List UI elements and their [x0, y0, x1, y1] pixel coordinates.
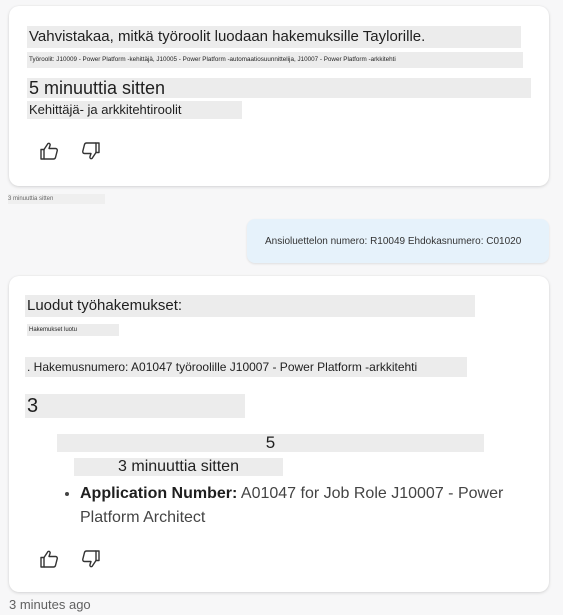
bot-message-2-count: 3: [25, 394, 245, 418]
user-message-text: Ansioluettelon numero: R10049 Ehdokasnum…: [265, 236, 522, 247]
bot-message-1-role-group: Kehittäjä- ja arkkitehtiroolit: [27, 101, 242, 119]
bot-message-2-heading: Luodut työhakemukset:: [25, 295, 475, 317]
thumbs-down-icon[interactable]: [79, 139, 103, 163]
thumbs-down-icon[interactable]: [79, 547, 103, 571]
application-list: Application Number: A01047 for Job Role …: [40, 482, 550, 530]
bot-message-card-2: Luodut työhakemukset: Hakemukset luotu .…: [9, 276, 549, 592]
thumbs-up-icon[interactable]: [37, 139, 61, 163]
bot-message-card-1: Vahvistakaa, mitkä työroolit luodaan hak…: [9, 6, 549, 186]
application-number-label: Application Number:: [80, 485, 238, 502]
bot-message-2-timestamp: 3 minuuttia sitten: [74, 458, 283, 476]
bot-message-1-timestamp: 5 minuuttia sitten: [27, 78, 531, 98]
bot-message-2-number-badge: 5: [57, 434, 484, 452]
bot-message-2-small-line: Hakemukset luotu: [27, 324, 119, 336]
footer-timestamp: 3 minutes ago: [9, 597, 91, 612]
bot-message-2-application-line: . Hakemusnumero: A01047 työroolille J100…: [25, 357, 467, 377]
bot-message-1-roles-line: Työroolit: J10009 - Power Platform -kehi…: [27, 52, 523, 68]
list-item: Application Number: A01047 for Job Role …: [80, 482, 550, 530]
user-message-bubble: Ansioluettelon numero: R10049 Ehdokasnum…: [247, 219, 549, 263]
thumbs-up-icon[interactable]: [37, 547, 61, 571]
card-1-timestamp: 3 minuuttia sitten: [8, 194, 105, 204]
bot-message-1-heading: Vahvistakaa, mitkä työroolit luodaan hak…: [27, 26, 521, 48]
